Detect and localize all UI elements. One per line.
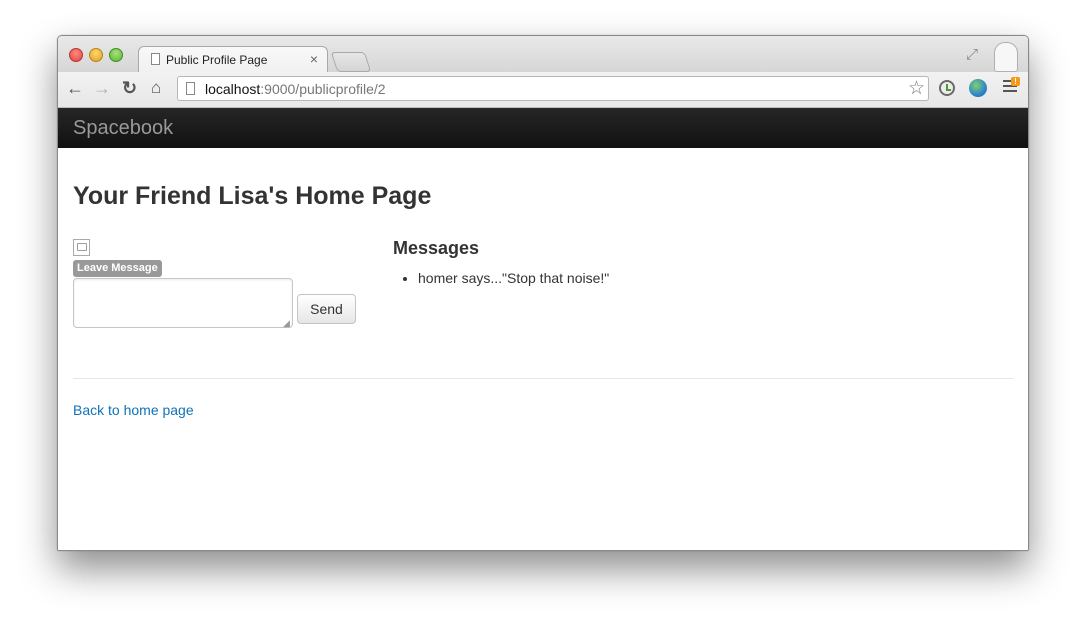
- page-content: Spacebook Your Friend Lisa's Home Page L…: [58, 108, 1028, 550]
- page-title: Your Friend Lisa's Home Page: [73, 182, 432, 210]
- url-host: localhost: [205, 81, 261, 97]
- new-tab-button[interactable]: [330, 52, 372, 72]
- tab-public-profile[interactable]: Public Profile Page ×: [138, 46, 328, 72]
- clock-icon[interactable]: [939, 80, 955, 96]
- send-button[interactable]: Send: [297, 294, 356, 324]
- browser-window: Public Profile Page × ⤢ ← → ↻ ⌂ localhos…: [57, 35, 1029, 551]
- messages-list: homer says..."Stop that noise!": [400, 268, 609, 288]
- messages-heading: Messages: [393, 238, 480, 258]
- update-badge: !: [1011, 77, 1020, 86]
- close-window-button[interactable]: [69, 48, 83, 62]
- reload-icon[interactable]: ↻: [122, 79, 137, 97]
- back-arrow-icon[interactable]: ←: [66, 79, 84, 97]
- url-path: :9000/publicprofile/2: [260, 81, 386, 97]
- site-navbar: Spacebook: [58, 108, 1028, 148]
- list-item: homer says..."Stop that noise!": [418, 268, 609, 288]
- message-input[interactable]: [73, 278, 293, 328]
- document-icon: [186, 82, 195, 95]
- address-bar[interactable]: localhost:9000/publicprofile/2 ☆: [177, 76, 929, 101]
- url-text: localhost:9000/publicprofile/2: [205, 81, 386, 97]
- broken-image-icon: [73, 239, 90, 256]
- leave-message-label: Leave Message: [73, 260, 162, 277]
- back-to-home-link[interactable]: Back to home page: [73, 402, 194, 418]
- fullscreen-icon[interactable]: ⤢: [966, 46, 978, 63]
- browser-toolbar: ← → ↻ ⌂ localhost:9000/publicprofile/2 ☆…: [58, 72, 1028, 108]
- tab-title: Public Profile Page: [166, 53, 268, 67]
- tab-close-icon[interactable]: ×: [310, 51, 318, 67]
- divider: [73, 378, 1013, 379]
- resize-grip-icon[interactable]: ◢: [283, 318, 290, 329]
- zoom-window-button[interactable]: [109, 48, 123, 62]
- profile-icon[interactable]: [994, 42, 1018, 72]
- tab-strip: Public Profile Page × ⤢: [58, 36, 1028, 72]
- forward-arrow-icon[interactable]: →: [93, 79, 111, 97]
- minimize-window-button[interactable]: [89, 48, 103, 62]
- brand-link[interactable]: Spacebook: [73, 117, 173, 140]
- page-icon: [151, 53, 160, 65]
- star-icon[interactable]: ☆: [908, 77, 925, 100]
- home-icon[interactable]: ⌂: [151, 79, 161, 97]
- globe-icon[interactable]: [969, 79, 987, 97]
